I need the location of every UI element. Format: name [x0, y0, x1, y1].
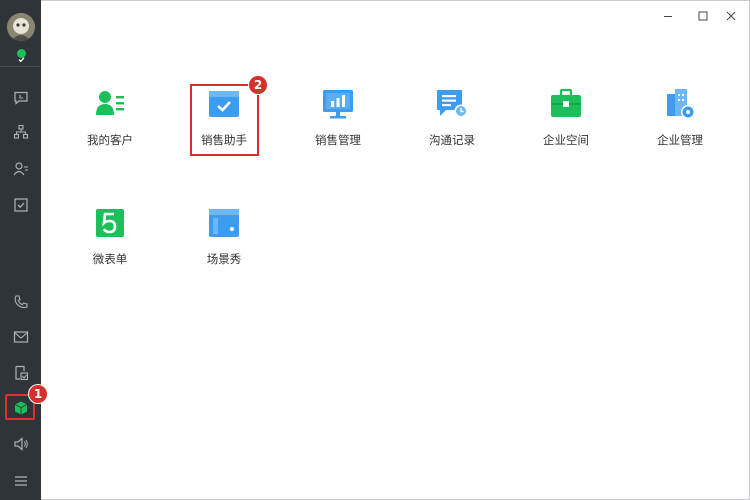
minimize-icon [664, 16, 672, 17]
app-micro-form[interactable]: 微表单 [70, 207, 150, 267]
sidebar-item-mail[interactable] [0, 322, 41, 352]
sidebar [0, 0, 41, 500]
sales-assistant-highlight-box [190, 84, 259, 156]
app-label: 销售管理 [315, 133, 361, 147]
app-label: 企业空间 [543, 133, 589, 147]
sidebar-item-tasks[interactable] [0, 190, 41, 220]
maximize-icon [698, 11, 708, 21]
chat-icon [13, 91, 28, 105]
app-sales-management[interactable]: 销售管理 [298, 88, 378, 148]
app-scene-show[interactable]: 场景秀 [184, 207, 264, 267]
enterprise-space-icon [551, 88, 581, 117]
maximize-button[interactable] [694, 7, 712, 25]
sidebar-item-notice[interactable] [0, 429, 41, 459]
app-label: 我的客户 [87, 133, 133, 147]
app-label: 企业管理 [657, 133, 703, 147]
app-enterprise-management[interactable]: 企业管理 [640, 88, 720, 148]
scene-show-icon [209, 209, 239, 237]
contacts-icon [13, 162, 28, 176]
app-label: 微表单 [92, 252, 128, 266]
sidebar-item-chat[interactable] [0, 83, 41, 113]
org-chart-icon [13, 124, 28, 139]
close-button[interactable] [722, 7, 740, 25]
step-2-badge: 2 [249, 76, 267, 94]
user-avatar[interactable] [7, 13, 35, 41]
sales-management-icon [323, 90, 353, 119]
share-icon [14, 365, 28, 381]
customer-icon [96, 91, 124, 115]
sidebar-item-share[interactable] [0, 358, 41, 388]
minimize-button[interactable] [659, 7, 677, 25]
online-status-icon [16, 48, 27, 63]
task-check-icon [13, 198, 28, 212]
menu-icon [14, 476, 27, 486]
app-label: 沟通记录 [429, 133, 475, 147]
speaker-icon [13, 437, 28, 451]
close-icon [726, 11, 736, 21]
micro-form-icon [96, 209, 124, 237]
app-enterprise-space[interactable]: 企业空间 [526, 88, 606, 148]
app-my-customers[interactable]: 我的客户 [70, 88, 150, 148]
mail-icon [13, 331, 28, 343]
sidebar-item-organization[interactable] [0, 117, 41, 147]
app-communication-record[interactable]: 沟通记录 [412, 88, 492, 148]
phone-icon [14, 295, 28, 309]
sidebar-item-menu[interactable] [0, 466, 41, 496]
step-1-badge: 1 [29, 385, 47, 403]
sidebar-divider [0, 66, 41, 67]
enterprise-management-icon [667, 89, 695, 119]
sidebar-item-phone[interactable] [0, 287, 41, 317]
sidebar-item-contacts[interactable] [0, 154, 41, 184]
communication-record-icon [437, 90, 468, 118]
app-label: 场景秀 [206, 252, 242, 266]
